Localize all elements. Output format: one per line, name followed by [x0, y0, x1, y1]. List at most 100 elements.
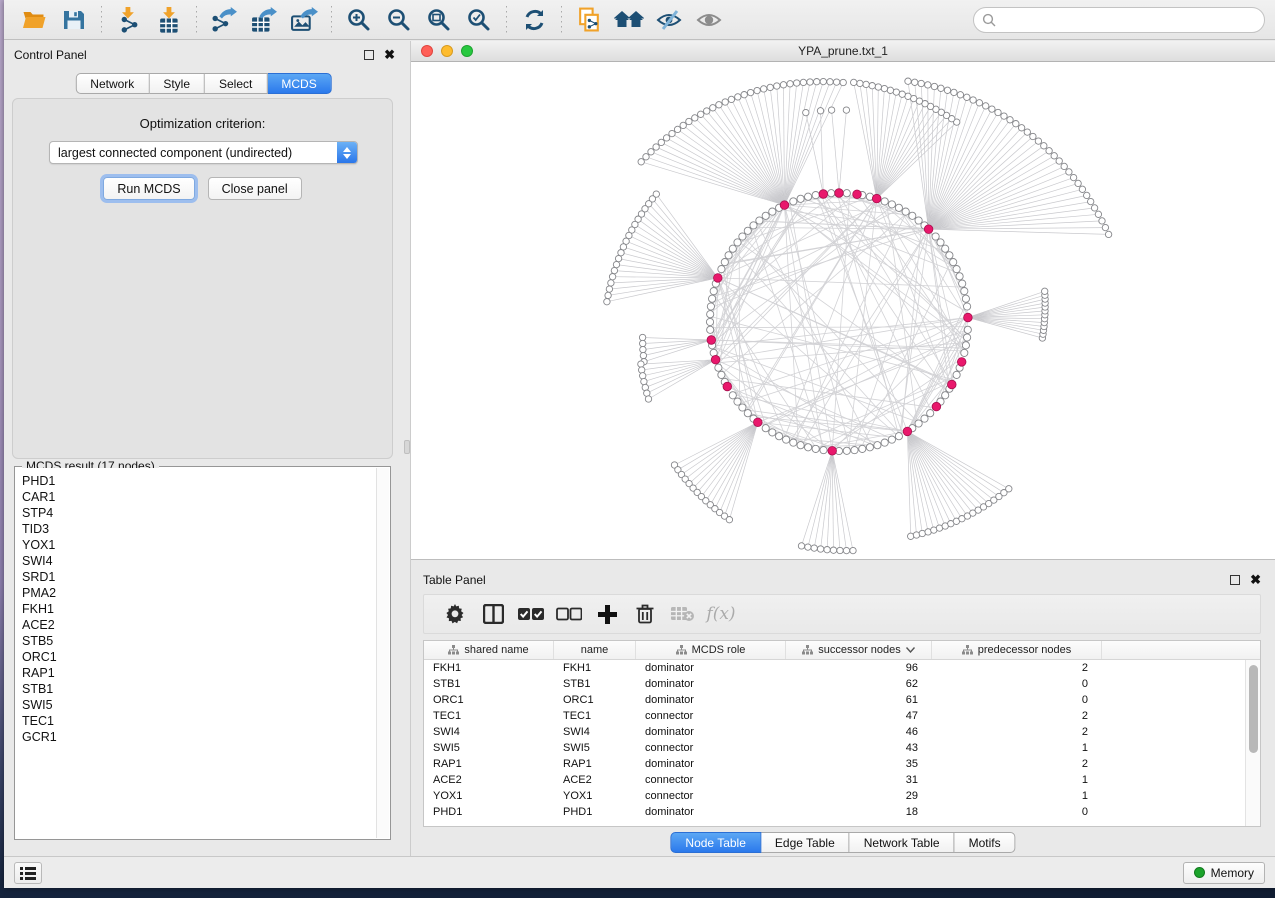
tab-select[interactable]: Select	[205, 73, 267, 94]
mcds-result-item[interactable]: STB1	[22, 681, 376, 697]
tab-network[interactable]: Network	[75, 73, 149, 94]
homes-button[interactable]	[609, 3, 649, 37]
network-view-canvas[interactable]	[411, 62, 1275, 559]
open-folder-button[interactable]	[14, 3, 54, 37]
table-row[interactable]: SWI4SWI4dominator462	[424, 724, 1245, 740]
table-row[interactable]: ORC1ORC1dominator610	[424, 692, 1245, 708]
mcds-result-item[interactable]: TID3	[22, 521, 376, 537]
column-header-shared-name[interactable]: shared name	[424, 641, 554, 659]
mcds-result-item[interactable]: STP4	[22, 505, 376, 521]
task-history-button[interactable]	[14, 862, 42, 884]
close-panel-icon[interactable]: ✖	[384, 50, 395, 60]
table-row[interactable]: ACE2ACE2connector311	[424, 772, 1245, 788]
zoom-in-button[interactable]	[339, 3, 379, 37]
eye-button[interactable]	[689, 3, 729, 37]
homes-icon	[614, 7, 644, 33]
table-tab-edge-table[interactable]: Edge Table	[761, 832, 850, 853]
table-tab-node-table[interactable]: Node Table	[670, 832, 761, 853]
column-header-predecessor-nodes[interactable]: predecessor nodes	[932, 641, 1102, 659]
column-header-successor-nodes[interactable]: successor nodes	[786, 641, 932, 659]
tab-style[interactable]: Style	[149, 73, 205, 94]
table-row[interactable]: TEC1TEC1connector472	[424, 708, 1245, 724]
main-toolbar	[4, 0, 1275, 40]
mcds-result-item[interactable]: RAP1	[22, 665, 376, 681]
mcds-result-item[interactable]: FKH1	[22, 601, 376, 617]
mcds-result-item[interactable]: SRD1	[22, 569, 376, 585]
network-window-titlebar[interactable]: YPA_prune.txt_1	[411, 41, 1275, 62]
import-network-button[interactable]	[109, 3, 149, 37]
mcds-result-scrollbar[interactable]	[376, 468, 389, 838]
close-panel-button[interactable]: Close panel	[208, 177, 302, 200]
network-graph[interactable]	[411, 62, 1275, 559]
zoom-in-icon	[346, 7, 372, 33]
mcds-result-item[interactable]: YOX1	[22, 537, 376, 553]
mcds-result-item[interactable]: TEC1	[22, 713, 376, 729]
mcds-result-list[interactable]: PHD1CAR1STP4TID3YOX1SWI4SRD1PMA2FKH1ACE2…	[16, 468, 376, 838]
vertical-splitter[interactable]	[403, 41, 411, 856]
mcds-result-item[interactable]: SWI4	[22, 553, 376, 569]
window-minimize-icon[interactable]	[441, 45, 453, 57]
cell-successors: 46	[786, 726, 932, 738]
select-all-button[interactable]	[512, 598, 550, 630]
mcds-result-item[interactable]: PMA2	[22, 585, 376, 601]
run-mcds-button[interactable]: Run MCDS	[103, 177, 194, 200]
columns-button[interactable]	[474, 598, 512, 630]
save-button[interactable]	[54, 3, 94, 37]
cell-shared_name: ORC1	[424, 694, 554, 706]
tab-mcds[interactable]: MCDS	[267, 73, 331, 94]
cell-successors: 35	[786, 758, 932, 770]
mcds-result-item[interactable]: PHD1	[22, 473, 376, 489]
mcds-result-item[interactable]: ACE2	[22, 617, 376, 633]
column-type-icon	[802, 645, 813, 655]
optimization-criterion-dropdown[interactable]: largest connected component (undirected)	[49, 141, 358, 164]
export-table-button[interactable]	[244, 3, 284, 37]
clone-network-button[interactable]	[569, 3, 609, 37]
mcds-result-item[interactable]: SWI5	[22, 697, 376, 713]
mcds-result-item[interactable]: GCR1	[22, 729, 376, 745]
settings-gear-button[interactable]	[436, 598, 474, 630]
export-network-button[interactable]	[204, 3, 244, 37]
close-table-panel-icon[interactable]: ✖	[1250, 575, 1261, 585]
column-header-MCDS-role[interactable]: MCDS role	[636, 641, 786, 659]
search-icon	[982, 13, 996, 27]
cell-predecessors: 2	[932, 710, 1102, 722]
window-zoom-icon[interactable]	[461, 45, 473, 57]
import-table-button[interactable]	[149, 3, 189, 37]
add-button[interactable]	[588, 598, 626, 630]
column-header-name[interactable]: name	[554, 641, 636, 659]
table-tab-network-table[interactable]: Network Table	[850, 832, 955, 853]
refresh-button[interactable]	[514, 3, 554, 37]
table-row[interactable]: PHD1PHD1dominator180	[424, 804, 1245, 820]
deselect-all-icon	[556, 607, 582, 621]
memory-button[interactable]: Memory	[1183, 862, 1265, 884]
splitter-grip[interactable]	[404, 440, 410, 454]
table-scrollbar[interactable]	[1245, 660, 1260, 826]
cell-role: dominator	[636, 806, 786, 818]
table-row[interactable]: RAP1RAP1dominator352	[424, 756, 1245, 772]
table-row[interactable]: FKH1FKH1dominator962	[424, 660, 1245, 676]
cell-shared_name: YOX1	[424, 790, 554, 802]
zoom-fit-button[interactable]	[419, 3, 459, 37]
table-row[interactable]: YOX1YOX1connector291	[424, 788, 1245, 804]
table-row[interactable]: STB1STB1dominator620	[424, 676, 1245, 692]
columns-icon	[483, 604, 504, 624]
mcds-result-item[interactable]: ORC1	[22, 649, 376, 665]
table-scrollbar-thumb[interactable]	[1249, 665, 1258, 753]
mcds-result-item[interactable]: STB5	[22, 633, 376, 649]
zoom-selected-button[interactable]	[459, 3, 499, 37]
table-row[interactable]: SWI5SWI5connector431	[424, 740, 1245, 756]
search-input[interactable]	[973, 7, 1265, 33]
delete-table-icon	[671, 605, 695, 623]
float-table-panel-icon[interactable]	[1230, 575, 1240, 585]
control-panel: Control Panel ✖ NetworkStyleSelectMCDS O…	[4, 41, 403, 856]
delete-button[interactable]	[626, 598, 664, 630]
table-tab-motifs[interactable]: Motifs	[955, 832, 1016, 853]
window-close-icon[interactable]	[421, 45, 433, 57]
mcds-result-item[interactable]: CAR1	[22, 489, 376, 505]
float-panel-icon[interactable]	[364, 50, 374, 60]
zoom-out-button[interactable]	[379, 3, 419, 37]
export-image-button[interactable]	[284, 3, 324, 37]
deselect-all-button[interactable]	[550, 598, 588, 630]
eye-slash-button[interactable]	[649, 3, 689, 37]
cell-shared_name: TEC1	[424, 710, 554, 722]
